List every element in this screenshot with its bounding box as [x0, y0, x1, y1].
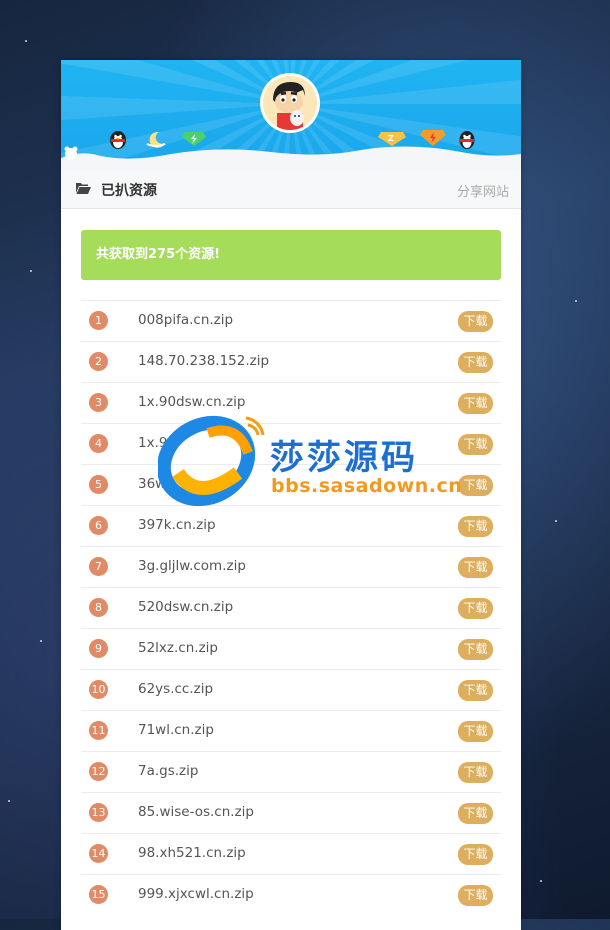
list-item: 13 85.wise-os.cn.zip 下载 [81, 792, 501, 833]
file-name: 98.xh521.cn.zip [138, 845, 246, 861]
item-number-badge: 13 [89, 803, 108, 822]
download-button[interactable]: 下载 [458, 680, 493, 701]
download-button[interactable]: 下载 [458, 475, 493, 496]
item-number-badge: 7 [89, 557, 108, 576]
list-item: 15 999.xjxcwl.cn.zip 下载 [81, 874, 501, 915]
item-number-badge: 2 [89, 352, 108, 371]
download-button[interactable]: 下载 [458, 516, 493, 537]
resource-card: Z 已扒资源 分享网站 共获取到275个资源! 1 008pifa.cn.zip… [61, 60, 521, 930]
download-button[interactable]: 下载 [458, 598, 493, 619]
item-number-badge: 11 [89, 721, 108, 740]
star [540, 880, 542, 882]
file-name: 1x.9 [138, 435, 168, 451]
download-button[interactable]: 下载 [458, 352, 493, 373]
download-button[interactable]: 下载 [458, 557, 493, 578]
file-name: 008pifa.cn.zip [138, 312, 234, 328]
star [40, 640, 42, 642]
list-item: 12 7a.gs.zip 下载 [81, 751, 501, 792]
item-number-badge: 14 [89, 844, 108, 863]
list-item: 9 52lxz.cn.zip 下载 [81, 628, 501, 669]
download-button[interactable]: 下载 [458, 885, 493, 906]
avatar [260, 73, 320, 133]
file-name: 71wl.cn.zip [138, 722, 214, 738]
section-title: 已扒资源 [101, 183, 157, 199]
snow-decoration [61, 146, 521, 170]
file-name: 3g.gljlw.com.zip [138, 558, 246, 574]
download-button[interactable]: 下载 [458, 434, 493, 455]
download-button[interactable]: 下载 [458, 721, 493, 742]
list-item: 7 3g.gljlw.com.zip 下载 [81, 546, 501, 587]
download-button[interactable]: 下载 [458, 639, 493, 660]
download-button[interactable]: 下载 [458, 844, 493, 865]
list-item: 5 36w 下载 [81, 464, 501, 505]
file-name: 36w [138, 476, 167, 492]
star [8, 800, 10, 802]
file-name: 7a.gs.zip [138, 763, 199, 779]
file-name: 397k.cn.zip [138, 517, 216, 533]
star [25, 40, 27, 42]
list-item: 1 008pifa.cn.zip 下载 [81, 300, 501, 341]
list-item: 3 1x.90dsw.cn.zip 下载 [81, 382, 501, 423]
list-item: 8 520dsw.cn.zip 下载 [81, 587, 501, 628]
file-name: 62ys.cc.zip [138, 681, 214, 697]
item-number-badge: 6 [89, 516, 108, 535]
item-number-badge: 1 [89, 311, 108, 330]
file-name: 148.70.238.152.zip [138, 353, 270, 369]
share-site-link[interactable]: 分享网站 [457, 181, 509, 200]
download-button[interactable]: 下载 [458, 803, 493, 824]
list-item: 14 98.xh521.cn.zip 下载 [81, 833, 501, 874]
list-item: 6 397k.cn.zip 下载 [81, 505, 501, 546]
list-item: 4 1x.9 下载 [81, 423, 501, 464]
file-name: 1x.90dsw.cn.zip [138, 394, 246, 410]
resource-count-alert: 共获取到275个资源! [81, 230, 501, 280]
item-number-badge: 4 [89, 434, 108, 453]
star [30, 270, 32, 272]
svg-text:Z: Z [388, 134, 394, 143]
item-number-badge: 12 [89, 762, 108, 781]
header-banner: Z [61, 60, 521, 170]
item-number-badge: 3 [89, 393, 108, 412]
item-number-badge: 15 [89, 885, 108, 904]
download-button[interactable]: 下载 [458, 311, 493, 332]
star [555, 520, 557, 522]
file-name: 52lxz.cn.zip [138, 640, 218, 656]
item-number-badge: 5 [89, 475, 108, 494]
folder-open-icon [76, 183, 91, 194]
star [575, 300, 577, 302]
item-number-badge: 8 [89, 598, 108, 617]
item-number-badge: 9 [89, 639, 108, 658]
resource-list: 1 008pifa.cn.zip 下载 2 148.70.238.152.zip 下载 3 1… [81, 300, 501, 915]
list-item: 10 62ys.cc.zip 下载 [81, 669, 501, 710]
list-item: 2 148.70.238.152.zip 下载 [81, 341, 501, 382]
file-name: 520dsw.cn.zip [138, 599, 234, 615]
item-number-badge: 10 [89, 680, 108, 699]
file-name: 999.xjxcwl.cn.zip [138, 886, 254, 902]
file-name: 85.wise-os.cn.zip [138, 804, 254, 820]
download-button[interactable]: 下载 [458, 393, 493, 414]
list-item: 11 71wl.cn.zip 下载 [81, 710, 501, 751]
download-button[interactable]: 下载 [458, 762, 493, 783]
section-header: 已扒资源 分享网站 [61, 170, 521, 209]
